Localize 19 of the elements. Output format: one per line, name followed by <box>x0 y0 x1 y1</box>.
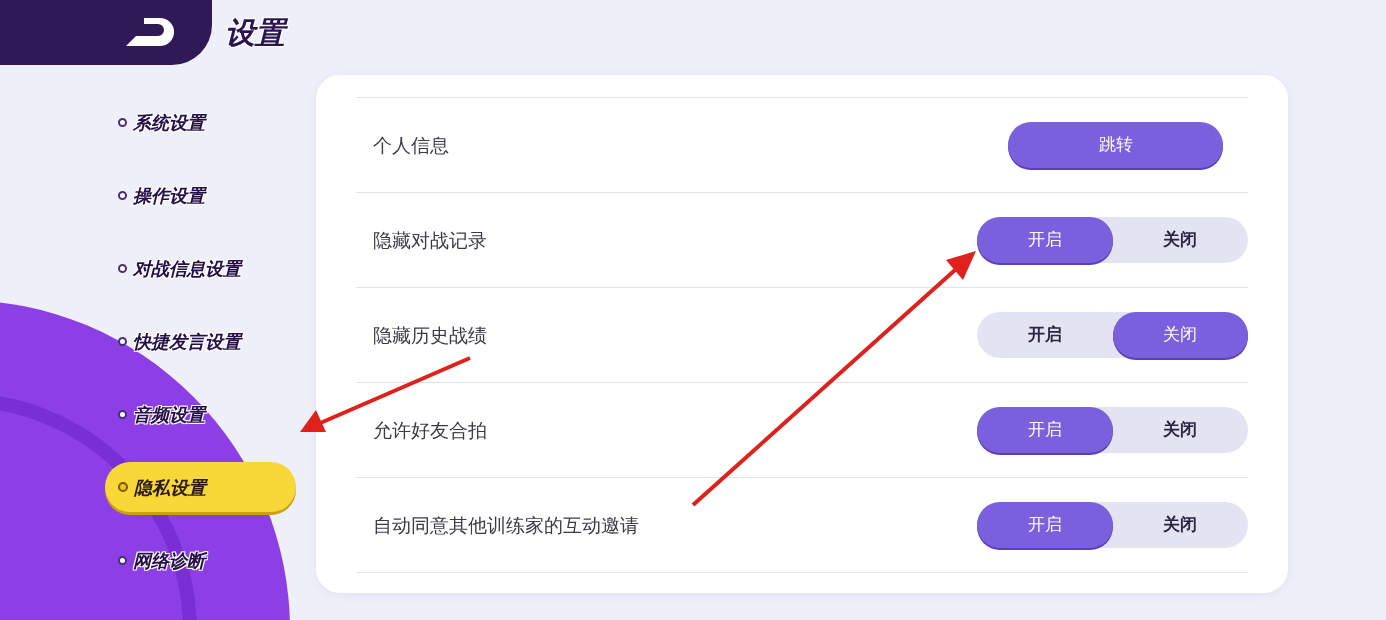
setting-label: 自动同意其他训练家的互动邀请 <box>373 512 639 538</box>
sidebar-item[interactable]: 操作设置 <box>105 170 296 220</box>
sidebar-item[interactable]: 对战信息设置 <box>105 243 296 293</box>
toggle-option[interactable]: 开启 <box>977 502 1113 548</box>
toggle-option[interactable]: 关闭 <box>1112 502 1248 548</box>
sidebar-item[interactable]: 快捷发言设置 <box>105 316 296 366</box>
toggle-option[interactable]: 开启 <box>977 407 1113 453</box>
toggle-option[interactable]: 关闭 <box>1112 407 1248 453</box>
toggle-option[interactable]: 开启 <box>977 312 1113 358</box>
sidebar-item[interactable]: 隐私设置 <box>105 462 296 512</box>
toggle-option[interactable]: 关闭 <box>1112 312 1248 358</box>
sidebar-item[interactable]: 系统设置 <box>105 97 296 147</box>
setting-label: 个人信息 <box>373 132 449 158</box>
jump-button[interactable]: 跳转 <box>1008 122 1223 168</box>
toggle-option[interactable]: 开启 <box>977 217 1113 263</box>
setting-label: 允许好友合拍 <box>373 417 487 443</box>
setting-label: 隐藏对战记录 <box>373 227 487 253</box>
setting-label: 隐藏历史战绩 <box>373 322 487 348</box>
toggle-option[interactable]: 关闭 <box>1112 217 1248 263</box>
